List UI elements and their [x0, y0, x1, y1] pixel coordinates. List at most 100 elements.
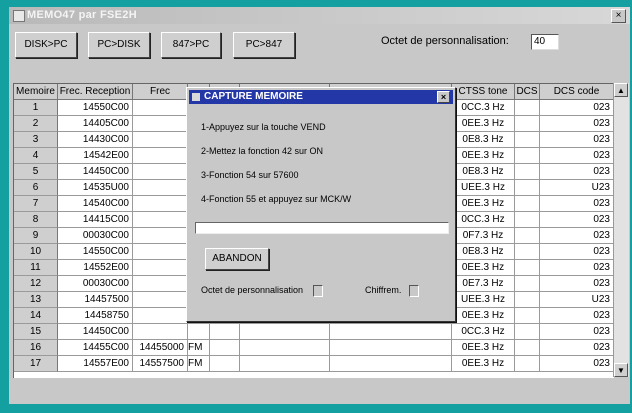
window-titlebar[interactable]: MEMO47 par FSE2H × — [9, 7, 630, 24]
cell-memoire[interactable]: 2 — [14, 116, 58, 132]
cell-col-7[interactable] — [330, 324, 452, 340]
cell-frec-reception[interactable]: 14430C00 — [58, 132, 133, 148]
column-header-dcs[interactable]: DCS — [515, 84, 540, 100]
cell-memoire[interactable]: 3 — [14, 132, 58, 148]
cell-frec-emission[interactable] — [133, 148, 188, 164]
cell-frec-emission[interactable]: 14455000 — [133, 340, 188, 356]
cell-dcs-code[interactable]: 023 — [540, 228, 614, 244]
cell-frec-emission[interactable] — [133, 164, 188, 180]
cell-frec-emission[interactable] — [133, 260, 188, 276]
cell-ctss-tone[interactable]: 0EE.3 Hz — [452, 340, 515, 356]
column-header-frec-reception[interactable]: Frec. Reception — [58, 84, 133, 100]
cell-dcs[interactable] — [515, 228, 540, 244]
cell-frec-reception[interactable]: 14450C00 — [58, 164, 133, 180]
cell-memoire[interactable]: 12 — [14, 276, 58, 292]
cell-frec-reception[interactable]: 14458750 — [58, 308, 133, 324]
cell-dcs[interactable] — [515, 148, 540, 164]
cell-frec-emission[interactable] — [133, 324, 188, 340]
cell-ctss-tone[interactable]: 0CC.3 Hz — [452, 100, 515, 116]
cell-memoire[interactable]: 15 — [14, 324, 58, 340]
cell-col-6[interactable] — [240, 340, 330, 356]
cell-frec-emission[interactable] — [133, 196, 188, 212]
scroll-down-icon[interactable]: ▼ — [614, 363, 628, 377]
cell-frec-emission[interactable] — [133, 244, 188, 260]
cell-col-7[interactable] — [330, 340, 452, 356]
cell-mode[interactable]: FM — [188, 340, 210, 356]
dialog-close-button[interactable]: × — [437, 91, 450, 103]
cell-memoire[interactable]: 10 — [14, 244, 58, 260]
cell-dcs[interactable] — [515, 356, 540, 372]
cell-memoire[interactable]: 4 — [14, 148, 58, 164]
cell-ctss-tone[interactable]: 0EE.3 Hz — [452, 260, 515, 276]
cell-frec-emission[interactable] — [133, 308, 188, 324]
cell-frec-emission[interactable] — [133, 212, 188, 228]
cell-frec-reception[interactable]: 14405C00 — [58, 116, 133, 132]
cell-dcs-code[interactable]: U23 — [540, 292, 614, 308]
cell-ctss-tone[interactable]: 0CC.3 Hz — [452, 212, 515, 228]
cell-memoire[interactable]: 7 — [14, 196, 58, 212]
cell-dcs[interactable] — [515, 244, 540, 260]
cell-dcs-code[interactable]: 023 — [540, 340, 614, 356]
chiffrement-checkbox[interactable] — [409, 285, 419, 297]
cell-dcs[interactable] — [515, 100, 540, 116]
cell-memoire[interactable]: 17 — [14, 356, 58, 372]
cell-frec-emission[interactable] — [133, 116, 188, 132]
cell-frec-emission[interactable] — [133, 180, 188, 196]
scroll-up-icon[interactable]: ▲ — [614, 83, 628, 97]
cell-col-7[interactable] — [330, 356, 452, 372]
cell-ctss-tone[interactable]: 0EE.3 Hz — [452, 116, 515, 132]
cell-ctss-tone[interactable]: UEE.3 Hz — [452, 292, 515, 308]
cell-col-6[interactable] — [240, 324, 330, 340]
cell-frec-reception[interactable]: 14550C00 — [58, 244, 133, 260]
cell-dcs-code[interactable]: 023 — [540, 100, 614, 116]
cell-dcs-code[interactable]: 023 — [540, 260, 614, 276]
cell-dcs-code[interactable]: U23 — [540, 180, 614, 196]
cell-frec-reception[interactable]: 14535U00 — [58, 180, 133, 196]
cell-frec-emission[interactable] — [133, 228, 188, 244]
cell-dcs[interactable] — [515, 116, 540, 132]
column-header-memoire[interactable]: Memoire — [14, 84, 58, 100]
cell-frec-reception[interactable]: 00030C00 — [58, 228, 133, 244]
cell-memoire[interactable]: 8 — [14, 212, 58, 228]
window-close-button[interactable]: × — [611, 9, 626, 23]
cell-dcs-code[interactable]: 023 — [540, 244, 614, 260]
cell-memoire[interactable]: 9 — [14, 228, 58, 244]
cell-memoire[interactable]: 1 — [14, 100, 58, 116]
cell-dcs-code[interactable]: 023 — [540, 148, 614, 164]
cell-frec-reception[interactable]: 14550C00 — [58, 100, 133, 116]
cell-ctss-tone[interactable]: 0E7.3 Hz — [452, 276, 515, 292]
column-header-ctss-tone[interactable]: CTSS tone — [452, 84, 515, 100]
cell-dcs[interactable] — [515, 196, 540, 212]
cell-dcs[interactable] — [515, 324, 540, 340]
cell-ctss-tone[interactable]: 0EE.3 Hz — [452, 308, 515, 324]
cell-dcs-code[interactable]: 023 — [540, 356, 614, 372]
cell-dcs[interactable] — [515, 340, 540, 356]
cell-dcs[interactable] — [515, 212, 540, 228]
octet-checkbox[interactable] — [313, 285, 323, 297]
cell-dcs-code[interactable]: 023 — [540, 164, 614, 180]
cell-frec-reception[interactable]: 14455C00 — [58, 340, 133, 356]
octet-input[interactable]: 40 — [531, 34, 559, 50]
cell-memoire[interactable]: 11 — [14, 260, 58, 276]
cell-ctss-tone[interactable]: 0E8.3 Hz — [452, 164, 515, 180]
column-header-frec-emission[interactable]: Frec — [133, 84, 188, 100]
cell-ctss-tone[interactable]: 0EE.3 Hz — [452, 196, 515, 212]
cell-dcs[interactable] — [515, 292, 540, 308]
cell-frec-emission[interactable] — [133, 276, 188, 292]
cell-dcs-code[interactable]: 023 — [540, 276, 614, 292]
cell-dcs-code[interactable]: 023 — [540, 132, 614, 148]
cell-frec-reception[interactable]: 14415C00 — [58, 212, 133, 228]
cell-col-5[interactable] — [210, 324, 240, 340]
cell-frec-emission[interactable]: 14557500 — [133, 356, 188, 372]
cell-frec-reception[interactable]: 14557E00 — [58, 356, 133, 372]
cell-frec-emission[interactable] — [133, 292, 188, 308]
cell-ctss-tone[interactable]: 0F7.3 Hz — [452, 228, 515, 244]
cell-dcs-code[interactable]: 023 — [540, 324, 614, 340]
cell-col-6[interactable] — [240, 356, 330, 372]
cell-dcs-code[interactable]: 023 — [540, 212, 614, 228]
cell-dcs[interactable] — [515, 260, 540, 276]
cell-ctss-tone[interactable]: 0EE.3 Hz — [452, 356, 515, 372]
cell-ctss-tone[interactable]: 0EE.3 Hz — [452, 148, 515, 164]
cell-frec-reception[interactable]: 14450C00 — [58, 324, 133, 340]
cell-memoire[interactable]: 6 — [14, 180, 58, 196]
